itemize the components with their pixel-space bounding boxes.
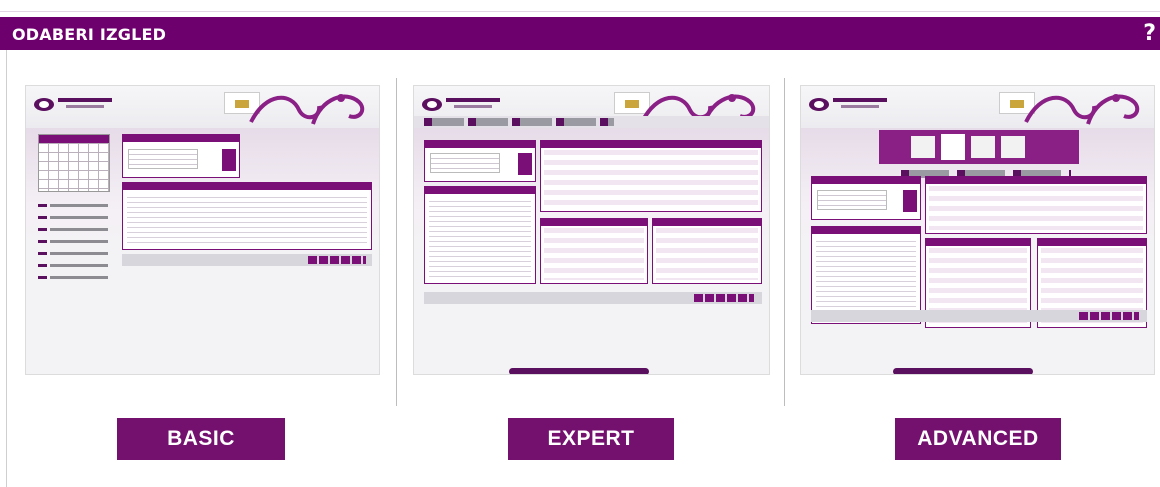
- decorative-swirl-icon: [1024, 94, 1140, 125]
- bank-logo-tagline: [66, 105, 104, 108]
- preview-header: [26, 86, 379, 128]
- bank-logo-icon: [422, 98, 442, 111]
- bank-logo-icon: [34, 98, 54, 111]
- preview-header: [801, 86, 1154, 128]
- preview-bottom-links: [893, 368, 1033, 374]
- layout-chooser: ODABERI IZGLED ? BASIC EXPERT ADVANCED: [0, 0, 1160, 487]
- preview-bottom-links: [509, 368, 649, 374]
- side-menu: [38, 201, 108, 285]
- column-divider: [784, 78, 785, 406]
- expert-layout-button[interactable]: EXPERT: [508, 418, 674, 460]
- bank-logo-icon: [809, 98, 829, 111]
- advanced-layout-button[interactable]: ADVANCED: [895, 418, 1061, 460]
- social-icons: [694, 294, 754, 302]
- left-border: [6, 50, 7, 487]
- top-navigation: [414, 116, 769, 128]
- account-details-panel: [424, 186, 536, 284]
- help-icon[interactable]: ?: [1143, 21, 1156, 46]
- basic-layout-preview[interactable]: [25, 85, 380, 375]
- bank-logo-wordmark: [446, 98, 500, 102]
- account-select-panel: [424, 140, 536, 182]
- header-bar: ODABERI IZGLED ?: [0, 17, 1160, 50]
- bank-logo-tagline: [841, 105, 879, 108]
- chevron-down-icon: [222, 149, 236, 171]
- bank-logo-wordmark: [833, 98, 887, 102]
- chevron-down-icon: [903, 190, 917, 212]
- statements-panel: [540, 218, 648, 284]
- account-select-panel: [811, 176, 921, 220]
- bank-logo-wordmark: [58, 98, 112, 102]
- basic-layout-button[interactable]: BASIC: [117, 418, 285, 460]
- bank-logo-tagline: [454, 105, 492, 108]
- transactions-panel: [540, 140, 762, 212]
- calendar-widget: [38, 134, 110, 192]
- preview-footer-bar: [811, 310, 1147, 322]
- account-details-panel: [122, 182, 372, 250]
- social-icons: [308, 256, 366, 264]
- top-rule: [0, 11, 1160, 12]
- transactions-panel: [925, 176, 1147, 234]
- preview-footer-bar: [424, 292, 762, 304]
- messages-panel: [652, 218, 762, 284]
- preview-footer-bar: [122, 254, 372, 266]
- expert-layout-preview[interactable]: [413, 85, 770, 375]
- page-title: ODABERI IZGLED: [12, 25, 167, 44]
- carousel-strip: [879, 130, 1079, 164]
- account-select-panel: [122, 134, 240, 178]
- social-icons: [1079, 312, 1139, 320]
- advanced-layout-preview[interactable]: [800, 85, 1155, 375]
- column-divider: [396, 78, 397, 406]
- chevron-down-icon: [518, 153, 532, 175]
- decorative-swirl-icon: [249, 94, 365, 125]
